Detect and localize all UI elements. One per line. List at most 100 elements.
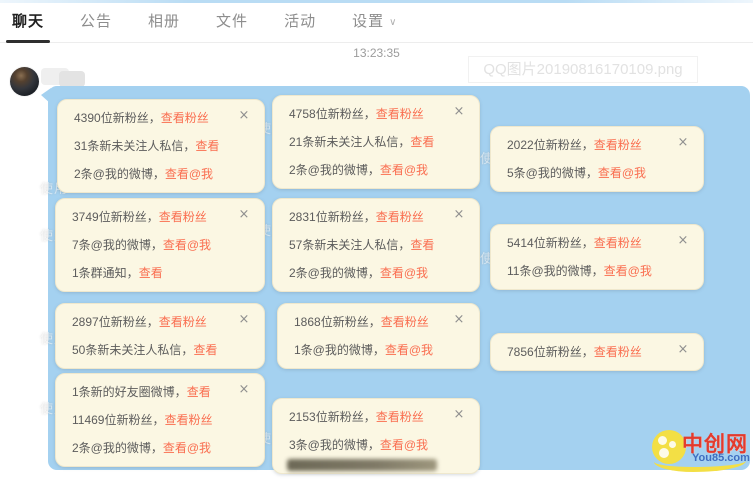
- close-icon[interactable]: ×: [237, 109, 251, 123]
- notification-line: 2897位新粉丝，查看粉丝: [72, 308, 248, 336]
- notification-text: 5条@我的微博，: [507, 166, 598, 180]
- sender-avatar[interactable]: [10, 67, 39, 96]
- notification-text: 2条@我的微博，: [289, 266, 380, 280]
- view-link[interactable]: 查看粉丝: [594, 236, 642, 250]
- view-link[interactable]: 查看@我: [604, 264, 652, 278]
- notification-card: × 4758位新粉丝，查看粉丝21条新未关注人私信，查看2条@我的微博，查看@我: [272, 95, 480, 189]
- close-icon[interactable]: ×: [452, 313, 466, 327]
- film-reel-icon: [652, 430, 686, 464]
- notification-text: 5414位新粉丝，: [507, 236, 594, 250]
- notification-line: 5414位新粉丝，查看粉丝: [507, 229, 687, 257]
- sender-name-blurred: [41, 68, 87, 87]
- notification-line: 4758位新粉丝，查看粉丝: [289, 100, 463, 128]
- notification-text: 11469位新粉丝，: [72, 413, 164, 427]
- notification-text: 1条新的好友圈微博，: [72, 385, 187, 399]
- notification-line: 57条新未关注人私信，查看: [289, 231, 463, 259]
- notification-card: × 2831位新粉丝，查看粉丝57条新未关注人私信，查看2条@我的微博，查看@我: [272, 198, 480, 292]
- view-link[interactable]: 查看@我: [163, 238, 211, 252]
- close-icon[interactable]: ×: [237, 313, 251, 327]
- notification-line: 2条@我的微博，查看@我: [289, 156, 463, 184]
- close-icon[interactable]: ×: [676, 136, 690, 150]
- view-link[interactable]: 查看粉丝: [161, 111, 209, 125]
- notification-text: 7条@我的微博，: [72, 238, 163, 252]
- notification-text: 2022位新粉丝，: [507, 138, 594, 152]
- notification-card: × 1868位新粉丝，查看粉丝1条@我的微博，查看@我: [277, 303, 480, 369]
- notification-line: 11469位新粉丝，查看粉丝: [72, 406, 248, 434]
- tab-album[interactable]: 相册: [144, 3, 184, 43]
- tab-bar: 聊天公告相册文件活动设置∨: [0, 3, 753, 43]
- notification-text: 2897位新粉丝，: [72, 315, 159, 329]
- notification-line: 1条新的好友圈微博，查看: [72, 378, 248, 406]
- tab-chat[interactable]: 聊天: [8, 3, 48, 43]
- close-icon[interactable]: ×: [452, 105, 466, 119]
- notification-card: × 2897位新粉丝，查看粉丝50条新未关注人私信，查看: [55, 303, 265, 369]
- notification-line: 2022位新粉丝，查看粉丝: [507, 131, 687, 159]
- notification-card: × 1条新的好友圈微博，查看11469位新粉丝，查看粉丝2条@我的微博，查看@我: [55, 373, 265, 467]
- notification-text: 2条@我的微博，: [289, 163, 380, 177]
- tab-announcement[interactable]: 公告: [76, 3, 116, 43]
- notification-text: 21条新未关注人私信，: [289, 135, 410, 149]
- view-link[interactable]: 查看粉丝: [376, 410, 424, 424]
- notification-text: 2153位新粉丝，: [289, 410, 376, 424]
- notification-line: 21条新未关注人私信，查看: [289, 128, 463, 156]
- view-link[interactable]: 查看@我: [598, 166, 646, 180]
- notification-text: 1条群通知，: [72, 266, 139, 280]
- notification-text: 31条新未关注人私信，: [74, 139, 195, 153]
- view-link[interactable]: 查看@我: [380, 266, 428, 280]
- view-link[interactable]: 查看粉丝: [159, 315, 207, 329]
- view-link[interactable]: 查看粉丝: [376, 107, 424, 121]
- close-icon[interactable]: ×: [452, 408, 466, 422]
- notification-card: × 2022位新粉丝，查看粉丝5条@我的微博，查看@我: [490, 126, 704, 192]
- notification-card: × 5414位新粉丝，查看粉丝11条@我的微博，查看@我: [490, 224, 704, 290]
- tab-activity[interactable]: 活动: [280, 3, 320, 43]
- notification-line: 5条@我的微博，查看@我: [507, 159, 687, 187]
- view-link[interactable]: 查看粉丝: [594, 138, 642, 152]
- notification-text: 50条新未关注人私信，: [72, 343, 193, 357]
- tab-settings[interactable]: 设置∨: [348, 3, 401, 43]
- notification-card: × 3749位新粉丝，查看粉丝 7条@我的微博，查看@我 1条群通知，查看: [55, 198, 265, 292]
- close-icon[interactable]: ×: [237, 383, 251, 397]
- view-link[interactable]: 查看: [195, 139, 219, 153]
- notification-text: 3条@我的微博，: [289, 438, 380, 452]
- view-link[interactable]: 查看粉丝: [594, 345, 642, 359]
- close-icon[interactable]: ×: [676, 234, 690, 248]
- notification-text: 2条@我的微博，: [74, 167, 165, 181]
- view-link[interactable]: 查看@我: [163, 441, 211, 455]
- notification-line: 7856位新粉丝，查看粉丝: [507, 338, 687, 366]
- notification-text: 11条@我的微博，: [507, 264, 604, 278]
- view-link[interactable]: 查看: [139, 266, 163, 280]
- view-link[interactable]: 查看@我: [385, 343, 433, 357]
- tab-files[interactable]: 文件: [212, 3, 252, 43]
- view-link[interactable]: 查看粉丝: [381, 315, 429, 329]
- view-link[interactable]: 查看: [193, 343, 217, 357]
- view-link[interactable]: 查看: [410, 135, 434, 149]
- notification-text: 3749位新粉丝，: [72, 210, 159, 224]
- notification-line: 2831位新粉丝，查看粉丝: [289, 203, 463, 231]
- notification-line: 50条新未关注人私信，查看: [72, 336, 248, 364]
- notification-text: 2831位新粉丝，: [289, 210, 376, 224]
- close-icon[interactable]: ×: [237, 208, 251, 222]
- notification-line: 11条@我的微博，查看@我: [507, 257, 687, 285]
- notification-text: 2条@我的微博，: [72, 441, 163, 455]
- view-link[interactable]: 查看粉丝: [164, 413, 212, 427]
- chevron-down-icon: ∨: [389, 17, 397, 28]
- censored-content: [287, 459, 437, 471]
- watermark-domain: You85.com: [692, 452, 750, 464]
- close-icon[interactable]: ×: [676, 343, 690, 357]
- notification-line: 2153位新粉丝，查看粉丝: [289, 403, 463, 431]
- notification-line: 2条@我的微博，查看@我: [74, 160, 248, 188]
- view-link[interactable]: 查看: [187, 385, 211, 399]
- notification-line: 2条@我的微博，查看@我: [289, 259, 463, 287]
- notification-line: 4390位新粉丝，查看粉丝: [74, 104, 248, 132]
- notification-line: 7条@我的微博，查看@我: [72, 231, 248, 259]
- notification-line: 31条新未关注人私信，查看: [74, 132, 248, 160]
- view-link[interactable]: 查看@我: [380, 438, 428, 452]
- notification-text: 1868位新粉丝，: [294, 315, 381, 329]
- view-link[interactable]: 查看: [410, 238, 434, 252]
- notification-line: 1868位新粉丝，查看粉丝: [294, 308, 463, 336]
- view-link[interactable]: 查看粉丝: [159, 210, 207, 224]
- close-icon[interactable]: ×: [452, 208, 466, 222]
- view-link[interactable]: 查看@我: [380, 163, 428, 177]
- view-link[interactable]: 查看@我: [165, 167, 213, 181]
- view-link[interactable]: 查看粉丝: [376, 210, 424, 224]
